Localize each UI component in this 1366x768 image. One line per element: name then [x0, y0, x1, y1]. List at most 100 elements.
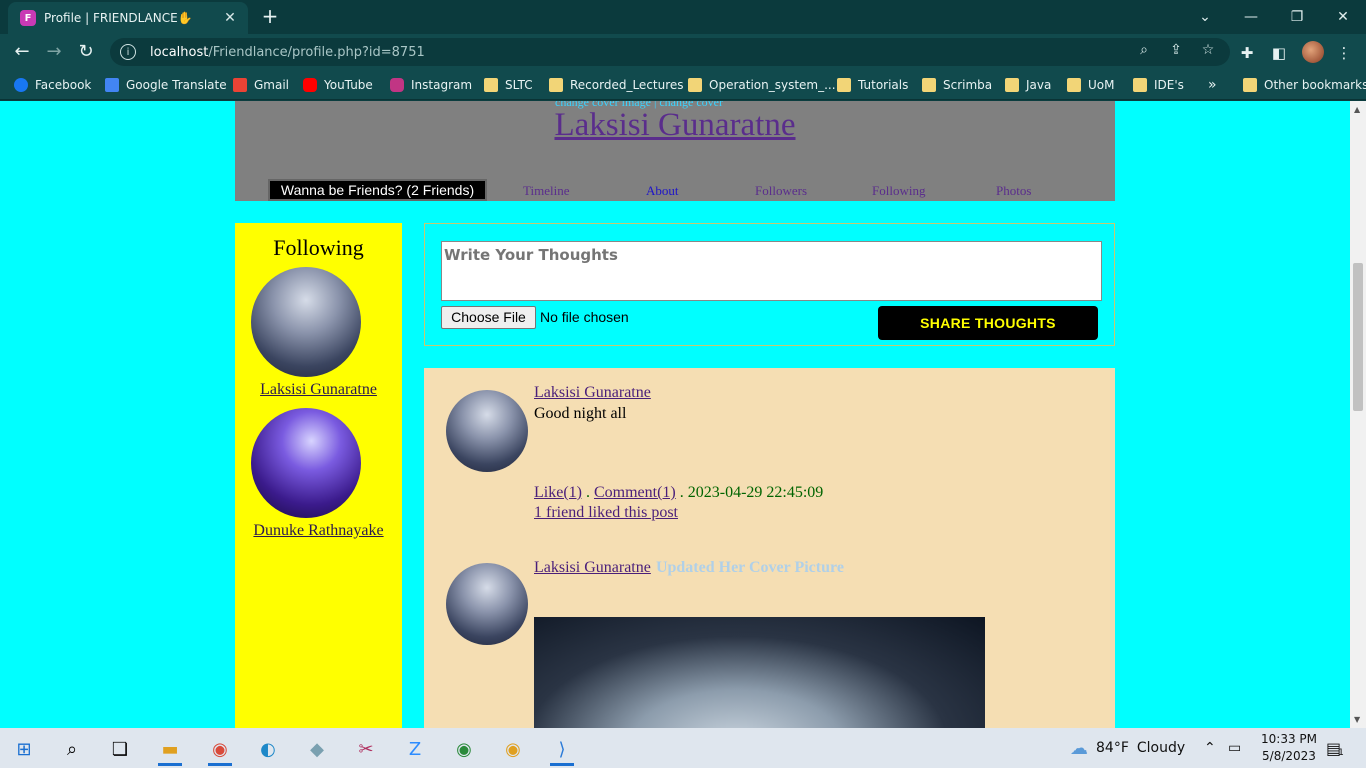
zoom-app-icon[interactable]: Z: [395, 732, 435, 766]
bookmark-facebook[interactable]: Facebook: [14, 76, 91, 94]
extensions-puzzle-icon[interactable]: ✚: [1236, 42, 1258, 64]
bookmark-folder-tutorials[interactable]: Tutorials: [837, 76, 908, 94]
folder-icon: [1005, 78, 1019, 92]
comment-link[interactable]: Comment(1): [594, 484, 676, 501]
site-info-icon[interactable]: i: [120, 44, 136, 60]
tab-following[interactable]: Following: [872, 183, 925, 199]
profile-name-link[interactable]: Laksisi Gunaratne: [235, 107, 1115, 144]
following-avatar-dunuke[interactable]: [251, 408, 361, 518]
notifications-icon[interactable]: ▤ 1: [1326, 728, 1344, 768]
folder-icon: [688, 78, 702, 92]
bookmark-folder-operation-system[interactable]: Operation_system_...: [688, 76, 836, 94]
browser-toolbar: ← → ↻ i localhost/Friendlance/profile.ph…: [0, 34, 1366, 70]
windows-start-icon[interactable]: ⊞: [4, 732, 44, 766]
folder-icon: [549, 78, 563, 92]
tab-followers[interactable]: Followers: [755, 183, 807, 199]
edge-icon[interactable]: ◐: [248, 732, 288, 766]
post-action-text: Updated Her Cover Picture: [655, 559, 844, 576]
following-name-laksisi[interactable]: Laksisi Gunaratne: [235, 381, 402, 399]
bookmark-folder-scrimba[interactable]: Scrimba: [922, 76, 992, 94]
weather-widget[interactable]: ☁ 84°F Cloudy: [1070, 728, 1185, 768]
post-meta: Like(1) . Comment(1) . 2023-04-29 22:45:…: [534, 484, 824, 501]
task-view-icon[interactable]: ❏: [100, 732, 140, 766]
close-tab-icon[interactable]: ✕: [220, 10, 240, 26]
search-icon[interactable]: ⌕: [52, 732, 92, 766]
post-text: Good night all: [534, 405, 627, 422]
tab-search-chevron-icon[interactable]: ⌄: [1182, 0, 1228, 34]
sidebar-title: Following: [273, 235, 364, 260]
app-icon[interactable]: ◆: [297, 732, 337, 766]
bookmark-star-icon[interactable]: ☆: [1198, 40, 1218, 60]
snipping-tool-icon[interactable]: ✂: [346, 732, 386, 766]
cloud-icon: ☁: [1070, 737, 1088, 759]
folder-icon: [484, 78, 498, 92]
side-panel-icon[interactable]: ◧: [1268, 42, 1290, 64]
chrome-icon-alt[interactable]: ◉: [444, 732, 484, 766]
bookmarks-overflow-button[interactable]: »: [1208, 76, 1217, 94]
browser-tab-active[interactable]: F Profile | FRIENDLANCE✋ ✕: [8, 2, 248, 34]
minimize-button[interactable]: —: [1228, 0, 1274, 34]
menu-kebab-icon[interactable]: ⋮: [1333, 42, 1355, 64]
following-sidebar: Following Laksisi Gunaratne Dunuke Rathn…: [235, 223, 402, 728]
scroll-down-icon[interactable]: ▼: [1354, 715, 1360, 724]
chrome-icon[interactable]: ◉: [493, 732, 533, 766]
likes-summary-link[interactable]: 1 friend liked this post: [534, 504, 678, 522]
tab-about[interactable]: About: [646, 183, 679, 199]
thoughts-input[interactable]: [441, 241, 1102, 301]
bookmark-instagram[interactable]: Instagram: [390, 76, 472, 94]
restore-button[interactable]: ❐: [1274, 0, 1320, 34]
share-icon[interactable]: ⇪: [1166, 40, 1186, 60]
share-thoughts-button[interactable]: SHARE THOUGHTS: [878, 306, 1098, 340]
following-avatar-laksisi[interactable]: [251, 267, 361, 377]
post-author-link[interactable]: Laksisi Gunaratne: [534, 559, 651, 576]
network-icon[interactable]: ▭: [1228, 728, 1241, 768]
post-composer: Choose File No file chosen SHARE THOUGHT…: [424, 223, 1115, 346]
file-explorer-icon[interactable]: ▬: [150, 732, 190, 766]
new-tab-button[interactable]: +: [258, 5, 282, 29]
chrome-profile-icon[interactable]: ◉: [200, 732, 240, 766]
bookmark-folder-recorded-lectures[interactable]: Recorded_Lectures: [549, 76, 684, 94]
reload-button[interactable]: ↻: [73, 40, 99, 64]
close-window-button[interactable]: ✕: [1320, 0, 1366, 34]
zoom-icon[interactable]: ⌕: [1134, 40, 1154, 60]
other-bookmarks-folder[interactable]: Other bookmarks: [1243, 76, 1366, 94]
show-hidden-icons-chevron-icon[interactable]: ⌃: [1204, 728, 1216, 768]
bookmark-youtube[interactable]: YouTube: [303, 76, 373, 94]
bookmark-folder-ides[interactable]: IDE's: [1133, 76, 1184, 94]
friendlance-favicon-icon: F: [20, 10, 36, 26]
page-scrollbar[interactable]: ▲ ▼: [1350, 101, 1366, 728]
profile-avatar[interactable]: [1302, 41, 1324, 63]
scrollbar-thumb[interactable]: [1353, 263, 1363, 411]
cover-picture-image[interactable]: [534, 617, 985, 728]
choose-file-button[interactable]: Choose File: [441, 306, 536, 329]
tab-timeline[interactable]: Timeline: [523, 183, 569, 199]
bookmark-gmail[interactable]: Gmail: [233, 76, 289, 94]
folder-icon: [922, 78, 936, 92]
bookmark-folder-uom[interactable]: UoM: [1067, 76, 1114, 94]
windows-taskbar: ⊞ ⌕ ❏ ▬ ◉ ◐ ◆ ✂ Z ◉ ◉ ⟩ ☁ 84°F Cloudy ⌃ …: [0, 728, 1366, 768]
following-name-dunuke[interactable]: Dunuke Rathnayake: [235, 522, 402, 540]
like-link[interactable]: Like(1): [534, 484, 582, 501]
gmail-icon: [233, 78, 247, 92]
taskbar-clock[interactable]: 10:33 PM 5/8/2023: [1258, 731, 1320, 765]
cover-section: change cover image | change cover Laksis…: [235, 101, 1115, 201]
folder-icon: [1067, 78, 1081, 92]
vscode-icon[interactable]: ⟩: [542, 732, 582, 766]
facebook-icon: [14, 78, 28, 92]
back-button[interactable]: ←: [9, 40, 35, 64]
bookmark-folder-java[interactable]: Java: [1005, 76, 1051, 94]
address-bar[interactable]: i localhost/Friendlance/profile.php?id=8…: [110, 38, 1230, 66]
bookmark-google-translate[interactable]: Google Translate: [105, 76, 227, 94]
post-author-avatar[interactable]: [446, 390, 528, 472]
scroll-up-icon[interactable]: ▲: [1354, 105, 1360, 114]
bookmark-folder-sltc[interactable]: SLTC: [484, 76, 533, 94]
google-translate-icon: [105, 78, 119, 92]
friend-request-button[interactable]: Wanna be Friends? (2 Friends): [268, 179, 487, 201]
bookmarks-bar: Facebook Google Translate Gmail YouTube …: [0, 70, 1366, 100]
browser-tabstrip: F Profile | FRIENDLANCE✋ ✕ + ⌄ — ❐ ✕: [0, 0, 1366, 34]
forward-button[interactable]: →: [41, 40, 67, 64]
tab-photos[interactable]: Photos: [996, 183, 1031, 199]
youtube-icon: [303, 78, 317, 92]
post-author-avatar[interactable]: [446, 563, 528, 645]
post-author-link[interactable]: Laksisi Gunaratne: [534, 384, 651, 402]
